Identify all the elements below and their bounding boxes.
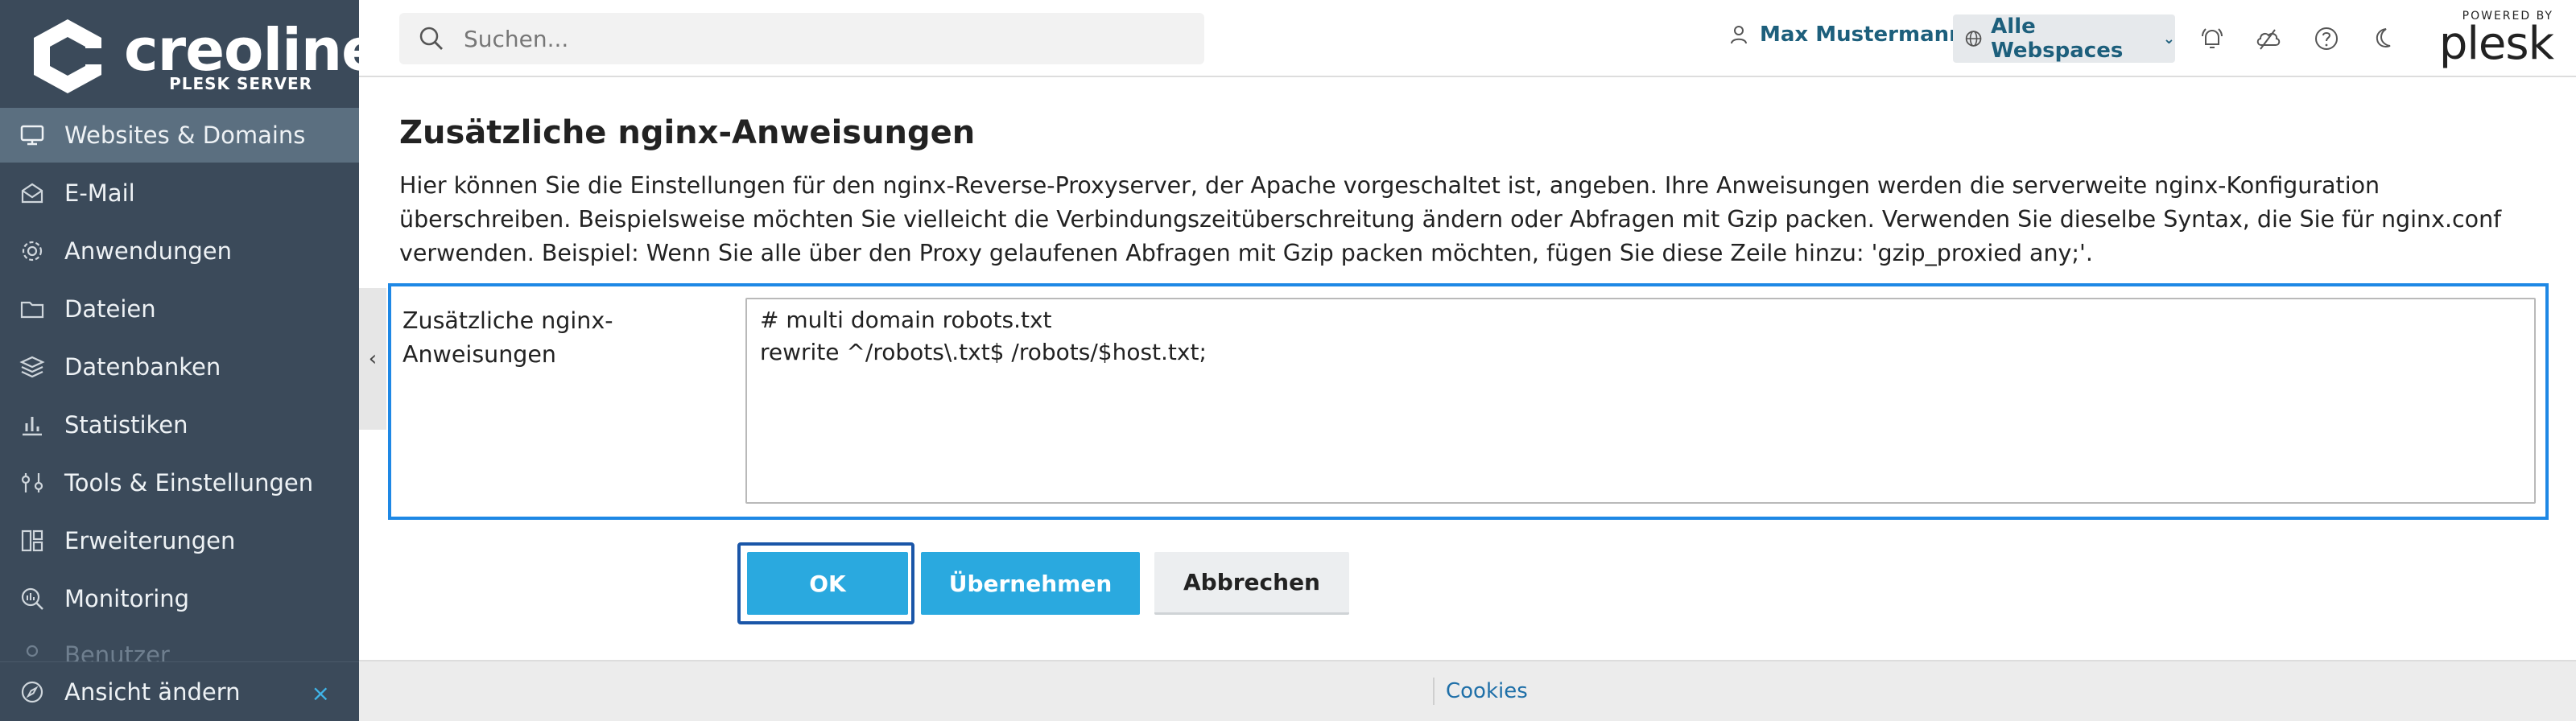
sidebar-item-applications[interactable]: Anwendungen — [0, 224, 359, 278]
monitoring-icon — [0, 586, 64, 612]
field-label: Zusätzliche nginx-Anweisungen — [402, 307, 613, 368]
footer-divider — [1433, 678, 1435, 705]
nginx-directives-textarea[interactable] — [745, 298, 2536, 504]
topbar: Max Mustermann ⌄ Alle Webspaces ⌄ POWERE… — [359, 0, 2576, 77]
webspaces-selector[interactable]: Alle Webspaces ⌄ — [1953, 14, 2175, 63]
chevron-down-icon: ⌄ — [2162, 30, 2175, 47]
search-input[interactable] — [464, 25, 1172, 52]
nginx-directives-field: Zusätzliche nginx-Anweisungen — [388, 283, 2549, 520]
user-name: Max Mustermann — [1760, 23, 1964, 47]
sidebar-item-extensions[interactable]: Erweiterungen — [0, 513, 359, 568]
sidebar-item-label: Dateien — [64, 295, 156, 323]
ok-button[interactable]: OK — [747, 552, 908, 615]
sidebar-collapse-toggle[interactable]: ‹ — [359, 288, 386, 430]
chevron-left-icon: ‹ — [368, 347, 378, 371]
cookies-link[interactable]: Cookies — [1446, 679, 1528, 703]
plesk-logo[interactable]: POWERED BY plesk — [2438, 10, 2554, 70]
sidebar-item-databases[interactable]: Datenbanken — [0, 340, 359, 394]
brand-subtitle: PLESK SERVER — [169, 74, 312, 93]
folder-icon — [0, 296, 64, 322]
sidebar-item-label: Websites & Domains — [64, 122, 306, 149]
sidebar-item-tools-settings[interactable]: Tools & Einstellungen — [0, 455, 359, 510]
dark-mode-icon[interactable] — [2367, 23, 2399, 55]
close-icon[interactable]: × — [312, 680, 330, 707]
page-title: Zusätzliche nginx-Anweisungen — [399, 114, 976, 151]
compass-icon — [0, 679, 64, 705]
sidebar: creoline PLESK SERVER Websites & Domains… — [0, 0, 359, 721]
sidebar-item-label: E-Mail — [64, 179, 135, 207]
apply-button[interactable]: Übernehmen — [921, 552, 1140, 615]
help-icon[interactable] — [2310, 23, 2343, 55]
sidebar-item-label: Monitoring — [64, 585, 190, 612]
monitor-icon — [0, 122, 64, 148]
sidebar-item-label: Statistiken — [64, 411, 188, 439]
creoline-hexagon-icon — [34, 19, 106, 93]
brand-name: creoline — [124, 16, 359, 84]
tools-icon — [0, 470, 64, 496]
sidebar-item-files[interactable]: Dateien — [0, 282, 359, 336]
extensions-icon — [0, 528, 64, 554]
sidebar-item-statistics[interactable]: Statistiken — [0, 398, 359, 452]
search-box[interactable] — [399, 13, 1204, 64]
sidebar-item-label: Erweiterungen — [64, 527, 236, 554]
plesk-wordmark: plesk — [2438, 18, 2554, 70]
sidebar-item-monitoring[interactable]: Monitoring — [0, 571, 359, 626]
bar-chart-icon — [0, 412, 64, 438]
main-content: Zusätzliche nginx-Anweisungen Hier könne… — [359, 77, 2576, 660]
sidebar-item-label: Datenbanken — [64, 353, 221, 381]
change-view-button[interactable]: Ansicht ändern × — [0, 661, 359, 721]
sidebar-item-websites-domains[interactable]: Websites & Domains — [0, 108, 359, 163]
user-menu[interactable]: Max Mustermann ⌄ — [1728, 23, 1984, 47]
cloud-icon[interactable] — [2252, 23, 2285, 55]
creoline-logo[interactable]: creoline PLESK SERVER — [27, 14, 359, 100]
page-description: Hier können Sie die Einstellungen für de… — [399, 172, 2502, 266]
cancel-button[interactable]: Abbrechen — [1154, 552, 1349, 615]
database-icon — [0, 354, 64, 380]
gear-icon — [0, 238, 64, 264]
user-icon — [1731, 26, 1747, 44]
sidebar-item-label: Tools & Einstellungen — [64, 469, 314, 496]
notifications-icon[interactable] — [2196, 23, 2228, 55]
search-icon — [399, 24, 464, 53]
webspaces-label: Alle Webspaces — [1991, 14, 2124, 63]
footer: Cookies — [359, 660, 2576, 721]
sidebar-item-label: Anwendungen — [64, 237, 232, 265]
globe-icon — [1965, 31, 1982, 47]
mail-icon — [0, 180, 64, 206]
change-view-label: Ansicht ändern — [64, 678, 241, 706]
sidebar-item-email[interactable]: E-Mail — [0, 166, 359, 220]
